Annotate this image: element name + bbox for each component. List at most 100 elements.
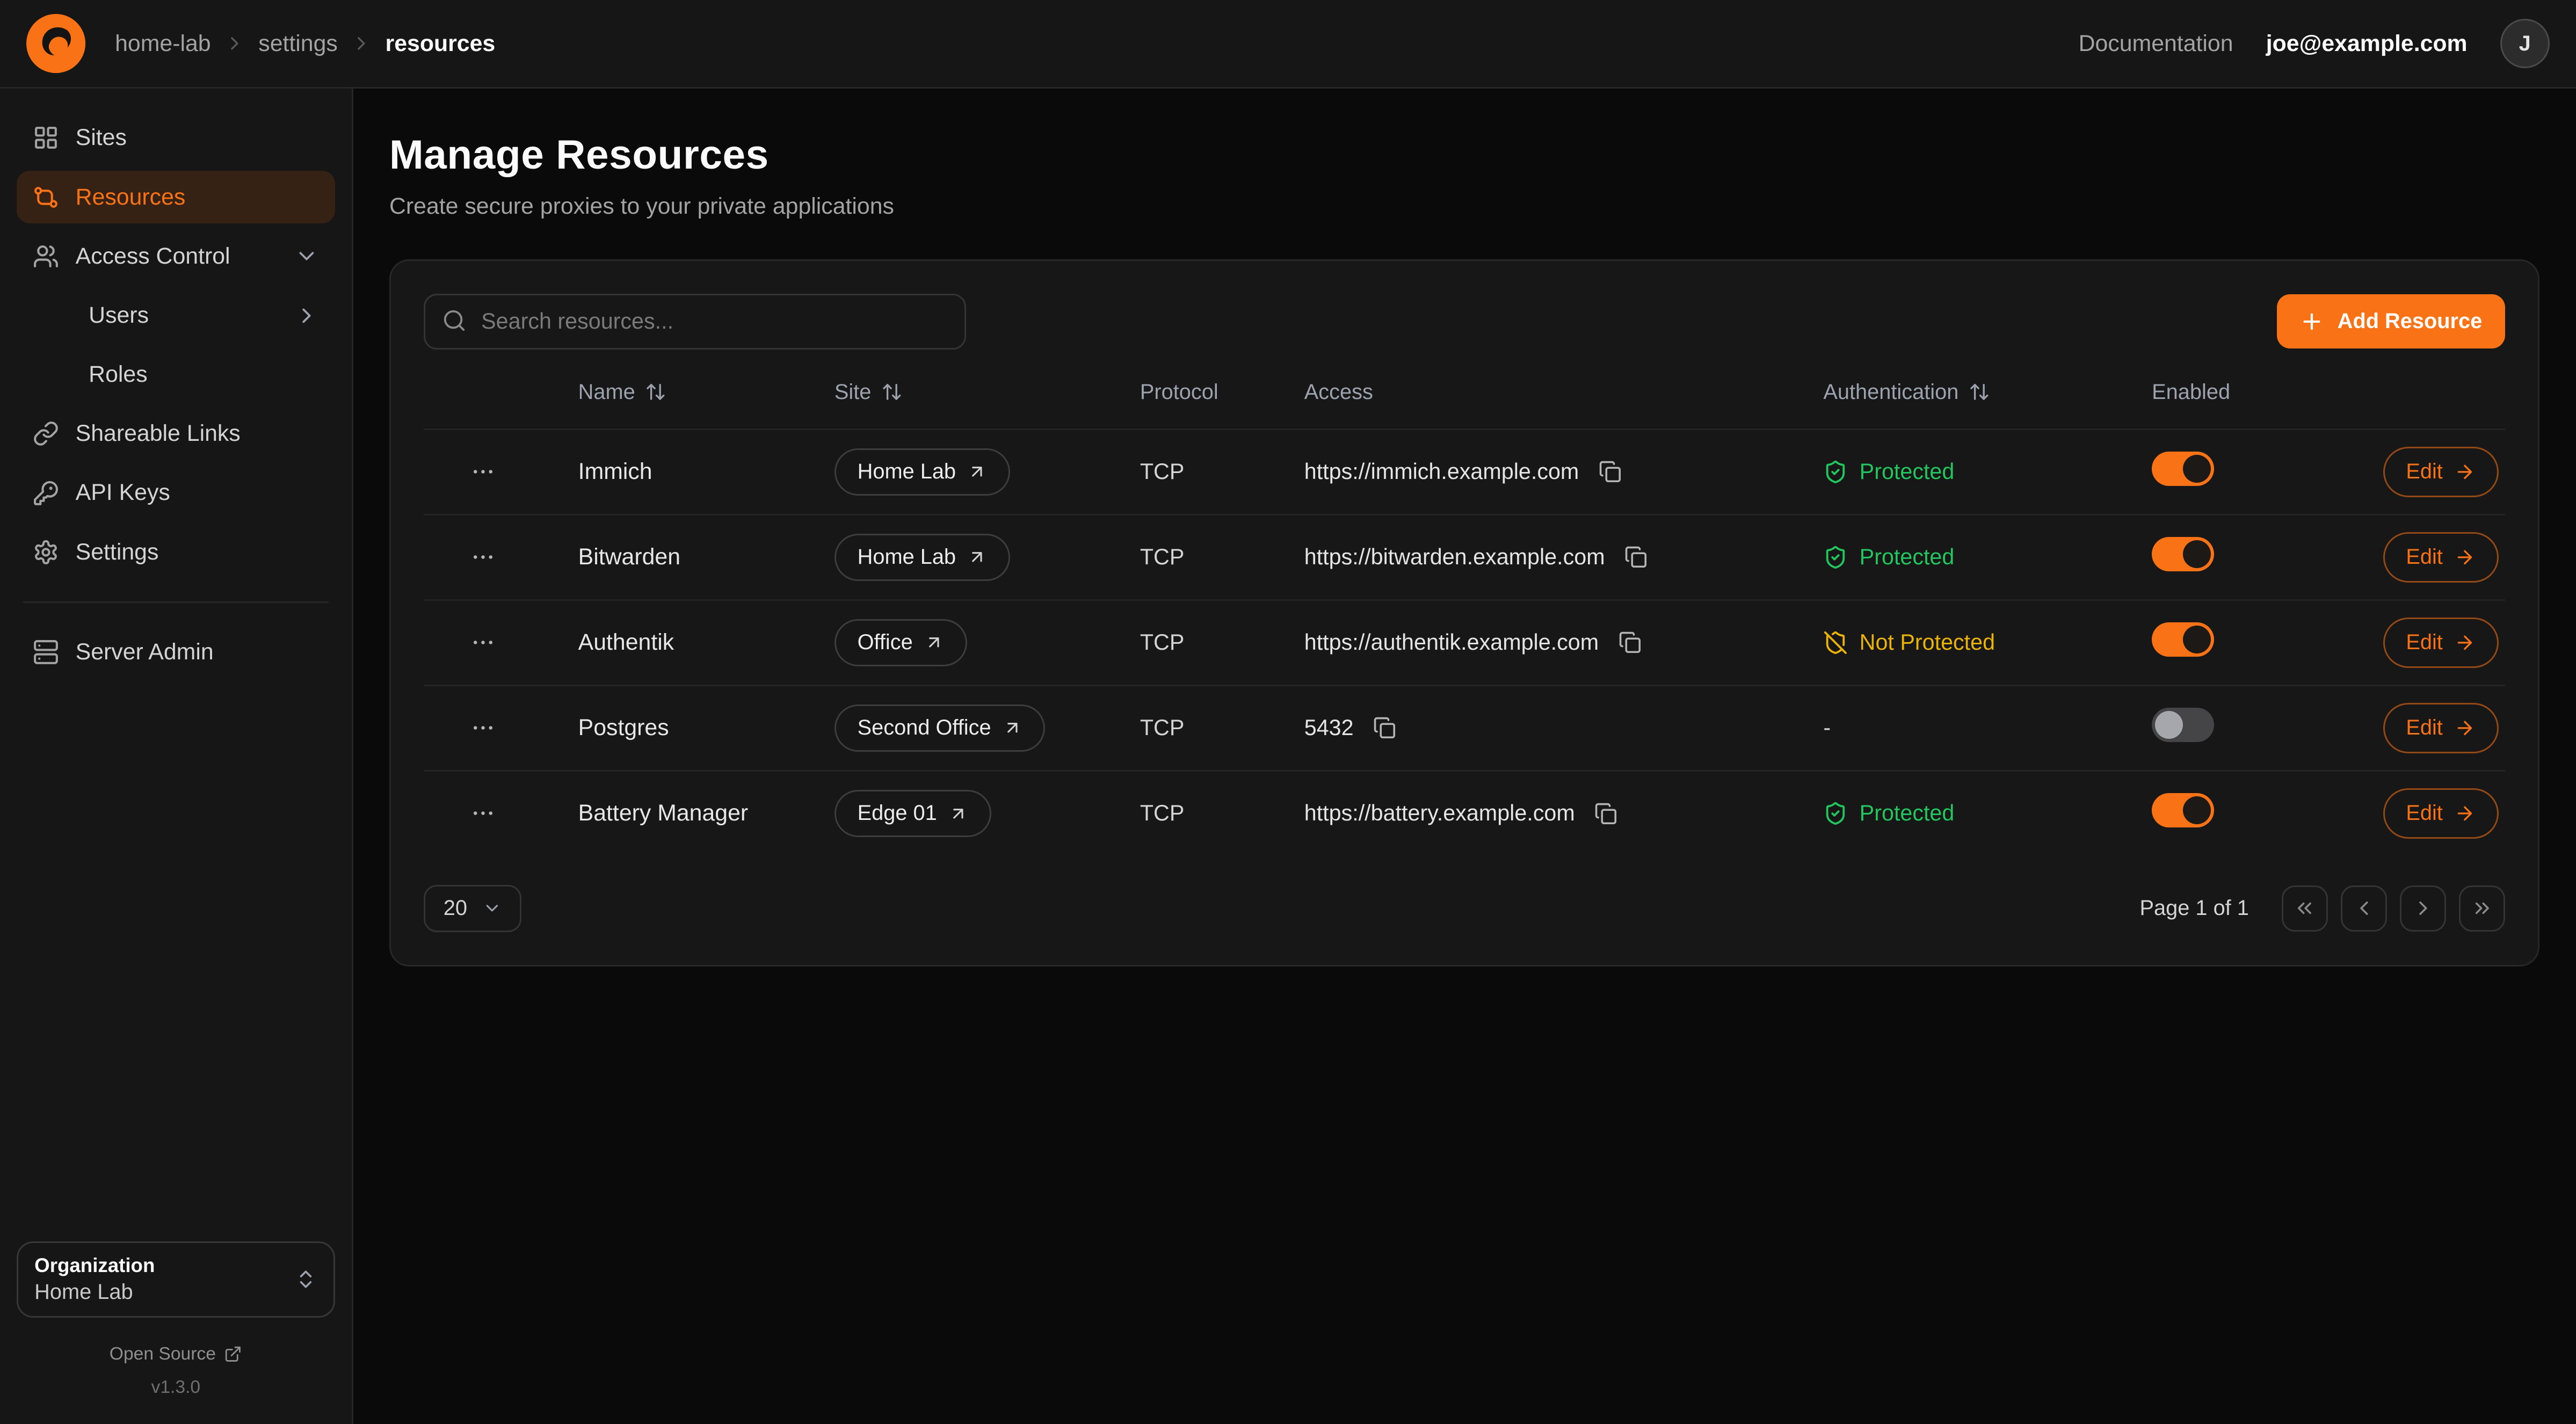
documentation-link[interactable]: Documentation: [2079, 31, 2233, 57]
resources-icon: [33, 184, 59, 210]
sidebar-item-settings[interactable]: Settings: [17, 526, 336, 578]
resource-name: Battery Manager: [578, 800, 835, 826]
page-title: Manage Resources: [389, 132, 2539, 179]
organization-selector[interactable]: Organization Home Lab: [17, 1241, 336, 1318]
auth-status: Protected: [1823, 544, 2152, 570]
sort-icon: [881, 381, 903, 403]
sidebar-item-shareable-links[interactable]: Shareable Links: [17, 408, 336, 460]
sidebar-item-roles[interactable]: Roles: [17, 348, 336, 401]
access-value: https://battery.example.com: [1304, 801, 1575, 826]
sidebar-item-sites[interactable]: Sites: [17, 112, 336, 164]
ellipsis-icon: [470, 800, 496, 826]
header-authentication[interactable]: Authentication: [1823, 380, 2152, 404]
site-link-button[interactable]: Home Lab: [835, 448, 1010, 496]
copy-button[interactable]: [1591, 798, 1621, 828]
copy-button[interactable]: [1595, 457, 1625, 486]
breadcrumb-org[interactable]: home-lab: [115, 31, 211, 57]
copy-icon: [1594, 802, 1617, 825]
site-name: Home Lab: [858, 545, 956, 569]
sidebar-item-access-control[interactable]: Access Control: [17, 230, 336, 282]
pagination-prev-button[interactable]: [2341, 885, 2387, 932]
open-source-link[interactable]: Open Source: [17, 1344, 336, 1364]
site-link-button[interactable]: Second Office: [835, 704, 1046, 752]
enabled-toggle[interactable]: [2152, 622, 2214, 657]
edit-button[interactable]: Edit: [2383, 617, 2499, 668]
arrow-right-icon: [2454, 803, 2476, 824]
server-icon: [33, 639, 59, 665]
copy-icon: [1373, 716, 1396, 739]
shield-check-icon: [1823, 460, 1848, 484]
avatar[interactable]: J: [2500, 19, 2550, 68]
breadcrumb-settings[interactable]: settings: [258, 31, 338, 57]
pagination-last-button[interactable]: [2459, 885, 2505, 932]
enabled-toggle[interactable]: [2152, 708, 2214, 742]
search-input[interactable]: [424, 294, 966, 350]
auth-status-label: Protected: [1860, 459, 1955, 484]
table-footer: 20 Page 1 of 1: [424, 885, 2505, 932]
link-icon: [33, 420, 59, 447]
arrow-up-right-icon: [967, 462, 987, 482]
sidebar: Sites Resources Access Control: [0, 89, 353, 1424]
auth-status-label: Protected: [1860, 801, 1955, 826]
site-link-button[interactable]: Home Lab: [835, 534, 1010, 581]
app-version: v1.3.0: [17, 1377, 336, 1398]
edit-button[interactable]: Edit: [2383, 788, 2499, 839]
row-menu-button[interactable]: [463, 623, 503, 662]
edit-button[interactable]: Edit: [2383, 532, 2499, 583]
edit-button[interactable]: Edit: [2383, 703, 2499, 753]
main-content: Manage Resources Create secure proxies t…: [353, 89, 2576, 1424]
sidebar-item-label: Users: [89, 302, 149, 329]
pagination-first-button[interactable]: [2282, 885, 2328, 932]
external-link-icon: [224, 1345, 242, 1363]
page-size-select[interactable]: 20: [424, 885, 521, 932]
users-icon: [33, 243, 59, 270]
enabled-toggle[interactable]: [2152, 793, 2214, 827]
sidebar-item-users[interactable]: Users: [17, 289, 336, 342]
resources-card: Add Resource Name Site: [389, 259, 2539, 967]
site-link-button[interactable]: Edge 01: [835, 790, 991, 837]
sidebar-item-server-admin[interactable]: Server Admin: [17, 626, 336, 679]
sidebar-item-resources[interactable]: Resources: [17, 171, 336, 223]
arrow-up-right-icon: [924, 633, 944, 652]
ellipsis-icon: [470, 544, 496, 570]
app-logo[interactable]: [26, 14, 85, 73]
sidebar-item-api-keys[interactable]: API Keys: [17, 467, 336, 519]
row-menu-button[interactable]: [463, 537, 503, 577]
access-value: 5432: [1304, 715, 1354, 740]
gear-icon: [33, 539, 59, 565]
row-menu-button[interactable]: [463, 708, 503, 747]
toggle-knob: [2183, 796, 2211, 824]
chevrons-right-icon: [2471, 897, 2494, 920]
enabled-toggle[interactable]: [2152, 537, 2214, 571]
add-resource-button[interactable]: Add Resource: [2277, 294, 2505, 348]
copy-button[interactable]: [1615, 628, 1645, 657]
header-site[interactable]: Site: [835, 380, 1140, 404]
add-resource-label: Add Resource: [2338, 309, 2482, 333]
resource-name: Authentik: [578, 629, 835, 656]
auth-status: Not Protected: [1823, 630, 2152, 655]
arrow-right-icon: [2454, 461, 2476, 483]
table-toolbar: Add Resource: [424, 294, 2505, 350]
copy-icon: [1624, 546, 1648, 569]
header-name[interactable]: Name: [578, 380, 835, 404]
resource-protocol: TCP: [1140, 715, 1304, 740]
site-link-button[interactable]: Office: [835, 619, 967, 666]
row-menu-button[interactable]: [463, 794, 503, 833]
sidebar-item-label: Settings: [76, 539, 159, 565]
table-header: Name Site Protocol: [424, 356, 2505, 428]
user-email[interactable]: joe@example.com: [2266, 31, 2468, 57]
edit-button[interactable]: Edit: [2383, 447, 2499, 497]
chevron-right-icon: [2412, 897, 2435, 920]
auth-status-label: Protected: [1860, 544, 1955, 570]
arrow-up-right-icon: [948, 804, 968, 824]
row-menu-button[interactable]: [463, 452, 503, 491]
arrow-up-right-icon: [1003, 718, 1022, 738]
copy-icon: [1599, 460, 1622, 483]
pagination-next-button[interactable]: [2400, 885, 2446, 932]
enabled-toggle[interactable]: [2152, 452, 2214, 486]
copy-button[interactable]: [1370, 713, 1399, 743]
toggle-knob: [2183, 455, 2211, 483]
copy-button[interactable]: [1621, 542, 1651, 572]
arrow-right-icon: [2454, 632, 2476, 653]
resource-name: Immich: [578, 459, 835, 485]
